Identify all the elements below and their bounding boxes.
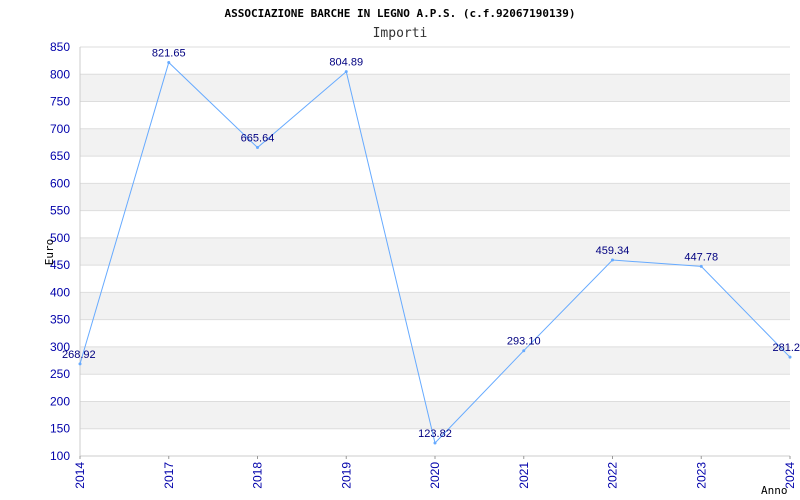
y-tick-label: 100 bbox=[50, 449, 70, 463]
grid-band bbox=[80, 401, 790, 429]
data-point bbox=[78, 362, 82, 366]
grid-band bbox=[80, 319, 790, 347]
grid-band bbox=[80, 74, 790, 102]
data-point bbox=[256, 146, 259, 150]
data-label: 281.2 bbox=[772, 342, 800, 354]
data-label: 447.78 bbox=[684, 251, 718, 263]
data-label: 821.65 bbox=[152, 47, 186, 59]
data-point bbox=[699, 264, 703, 268]
grid-band bbox=[80, 292, 790, 320]
data-point bbox=[433, 441, 437, 445]
grid-band bbox=[80, 156, 790, 184]
y-tick-label: 600 bbox=[50, 176, 70, 190]
grid-band bbox=[80, 265, 790, 293]
x-tick-label: 2014 bbox=[73, 462, 87, 489]
grid-band bbox=[80, 183, 790, 211]
y-tick-label: 400 bbox=[50, 285, 70, 299]
data-point bbox=[344, 70, 348, 74]
x-axis-label: Anno bbox=[761, 484, 788, 497]
grid-band bbox=[80, 101, 790, 129]
y-tick-label: 150 bbox=[50, 422, 70, 436]
y-tick-label: 800 bbox=[50, 67, 70, 81]
y-tick-label: 700 bbox=[50, 122, 70, 136]
y-tick-label: 350 bbox=[50, 313, 70, 327]
data-label: 665.64 bbox=[241, 133, 275, 145]
x-tick-label: 2020 bbox=[428, 462, 442, 489]
y-axis-label: Euro bbox=[43, 239, 56, 266]
data-point bbox=[522, 349, 526, 353]
data-label: 123.82 bbox=[418, 428, 452, 440]
grid-band bbox=[80, 47, 790, 75]
y-tick-label: 650 bbox=[50, 149, 70, 163]
grid-band bbox=[80, 346, 790, 375]
x-tick-label: 2021 bbox=[517, 462, 531, 489]
data-point bbox=[167, 60, 171, 64]
y-tick-label: 550 bbox=[50, 204, 70, 218]
data-label: 459.34 bbox=[596, 245, 630, 257]
data-point bbox=[788, 355, 792, 359]
grid-band bbox=[80, 128, 790, 157]
x-tick-label: 2022 bbox=[606, 462, 620, 489]
x-tick-label: 2019 bbox=[339, 462, 353, 489]
y-tick-label: 200 bbox=[50, 394, 70, 408]
y-tick-label: 850 bbox=[50, 40, 70, 54]
x-tick-label: 2018 bbox=[251, 462, 265, 489]
y-tick-label: 250 bbox=[50, 367, 70, 381]
chart-subtitle: Importi bbox=[373, 26, 428, 41]
grid-band bbox=[80, 374, 790, 402]
line-chart: 1001502002503003504004505005506006507007… bbox=[43, 7, 800, 497]
data-point bbox=[611, 258, 614, 262]
data-label: 804.89 bbox=[329, 57, 363, 69]
chart-title: ASSOCIAZIONE BARCHE IN LEGNO A.P.S. (c.f… bbox=[225, 7, 576, 20]
x-tick-label: 2023 bbox=[694, 462, 708, 489]
y-tick-label: 750 bbox=[50, 95, 70, 109]
x-tick-labels: 2014 2017 2018 2019 2020 2021 2022 2023 2024 bbox=[73, 456, 797, 489]
data-label: 293.10 bbox=[507, 336, 541, 348]
grid-band bbox=[80, 210, 790, 238]
x-tick-label: 2017 bbox=[162, 462, 176, 489]
data-label: 268.92 bbox=[62, 349, 96, 361]
